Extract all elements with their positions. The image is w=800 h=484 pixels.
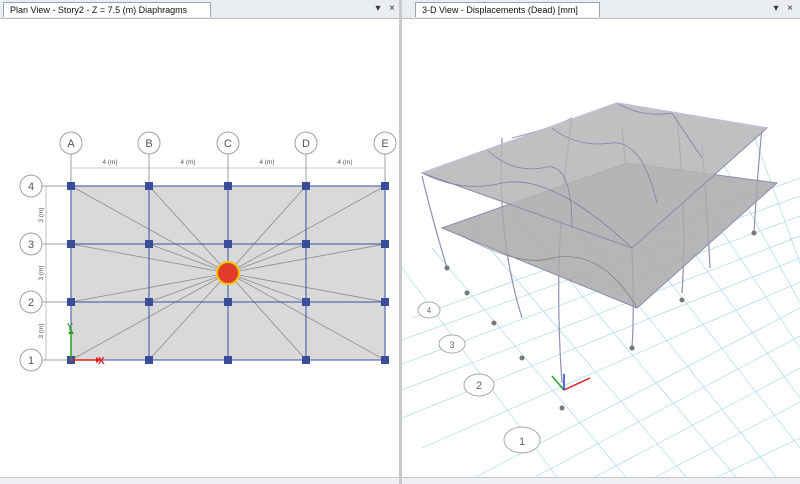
3d-view-canvas[interactable]: 1 2 3 4	[402, 18, 800, 484]
3d-view-window[interactable]: 3-D View - Displacements (Dead) [mm] ▾ ×	[402, 0, 800, 484]
grid-column-label: A	[67, 138, 75, 150]
dimension-label: 4 (m)	[259, 159, 274, 166]
grid-row-label-3d: 4	[427, 306, 432, 315]
3d-view-status-strip	[402, 477, 800, 484]
axis-y-label: Y	[67, 322, 73, 332]
grid-column-label: D	[302, 138, 310, 150]
close-icon[interactable]: ×	[784, 3, 796, 15]
grid-row-label-3d: 3	[449, 340, 454, 350]
plan-view-canvas[interactable]: A B C D E 1 2 3 4 4 (m) 4 (m) 4 (m) 4 (m…	[0, 18, 400, 484]
dimension-label: 3 (m)	[38, 265, 45, 280]
diaphragm-center-marker[interactable]	[216, 261, 240, 285]
dimension-label: 4 (m)	[102, 159, 117, 166]
grid-row-label-3d: 2	[476, 380, 482, 392]
dimension-label: 4 (m)	[180, 159, 195, 166]
axis-x-label: X	[98, 356, 105, 367]
grid-row-label: 2	[28, 297, 34, 309]
triangle-down-icon[interactable]: ▾	[770, 3, 782, 15]
grid-row-label: 4	[28, 181, 34, 193]
grid-column-label: E	[381, 138, 388, 150]
3d-view-titlebar: 3-D View - Displacements (Dead) [mm] ▾ ×	[402, 0, 800, 19]
dimension-label: 4 (m)	[337, 159, 352, 166]
dimension-label: 3 (m)	[38, 207, 45, 222]
close-icon[interactable]: ×	[386, 3, 398, 15]
grid-row-label: 1	[28, 355, 34, 367]
plan-view-status-strip	[0, 477, 399, 484]
plan-view-window[interactable]: Plan View - Story2 - Z = 7.5 (m) Diaphra…	[0, 0, 400, 484]
dimension-label: 3 (m)	[38, 323, 45, 338]
grid-column-label: C	[224, 138, 232, 150]
grid-column-label: B	[145, 138, 152, 150]
plan-view-titlebar: Plan View - Story2 - Z = 7.5 (m) Diaphra…	[0, 0, 399, 19]
3d-view-tab[interactable]: 3-D View - Displacements (Dead) [mm]	[415, 2, 600, 17]
grid-row-bubbles-3d	[417, 301, 541, 454]
triangle-down-icon[interactable]: ▾	[372, 3, 384, 15]
grid-row-label: 3	[28, 239, 34, 251]
plan-view-tab[interactable]: Plan View - Story2 - Z = 7.5 (m) Diaphra…	[3, 2, 211, 17]
grid-row-label-3d: 1	[519, 436, 525, 448]
